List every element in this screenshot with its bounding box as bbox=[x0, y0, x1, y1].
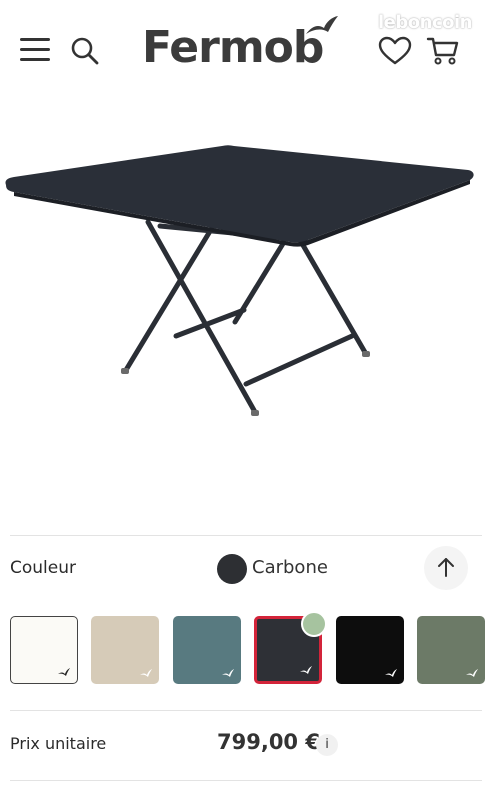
selected-color-name: Carbone bbox=[252, 557, 328, 578]
divider bbox=[10, 710, 482, 711]
cart-icon[interactable] bbox=[426, 36, 460, 66]
price-label: Prix unitaire bbox=[10, 734, 107, 753]
bird-check-icon bbox=[300, 666, 312, 674]
bird-check-icon bbox=[466, 669, 478, 677]
fermob-logo[interactable]: Fermob bbox=[142, 14, 342, 74]
divider bbox=[10, 535, 482, 536]
divider bbox=[10, 780, 482, 781]
folding-table-icon bbox=[5, 145, 474, 416]
bird-check-icon bbox=[140, 669, 152, 677]
selected-color-dot bbox=[217, 554, 247, 584]
swatch-sage-green[interactable] bbox=[417, 616, 485, 684]
leboncoin-watermark: leboncoin bbox=[378, 12, 472, 33]
swatch-white[interactable] bbox=[10, 616, 78, 684]
menu-icon[interactable] bbox=[20, 36, 50, 64]
swatch-beige[interactable] bbox=[91, 616, 159, 684]
swatch-teal-gray[interactable] bbox=[173, 616, 241, 684]
header: Fermob leboncoin bbox=[0, 0, 492, 90]
heart-icon[interactable] bbox=[378, 36, 412, 66]
swatch-carbone[interactable] bbox=[254, 611, 327, 684]
bird-check-icon bbox=[58, 668, 70, 676]
selected-badge bbox=[301, 611, 327, 637]
bird-check-icon bbox=[385, 669, 397, 677]
arrow-up-icon bbox=[438, 557, 454, 577]
color-row: Couleur Carbone bbox=[0, 540, 492, 600]
color-swatches bbox=[10, 611, 490, 686]
price-value: 799,00 € bbox=[217, 730, 320, 754]
search-icon[interactable] bbox=[70, 36, 100, 66]
logo-text: Fermob bbox=[142, 22, 324, 73]
bird-check-icon bbox=[222, 669, 234, 677]
info-button[interactable]: i bbox=[316, 734, 338, 756]
color-label: Couleur bbox=[10, 558, 76, 578]
swatch-black[interactable] bbox=[336, 616, 404, 684]
bird-icon bbox=[306, 16, 338, 34]
scroll-up-button[interactable] bbox=[424, 546, 468, 590]
price-row: Prix unitaire 799,00 € i bbox=[0, 712, 492, 776]
